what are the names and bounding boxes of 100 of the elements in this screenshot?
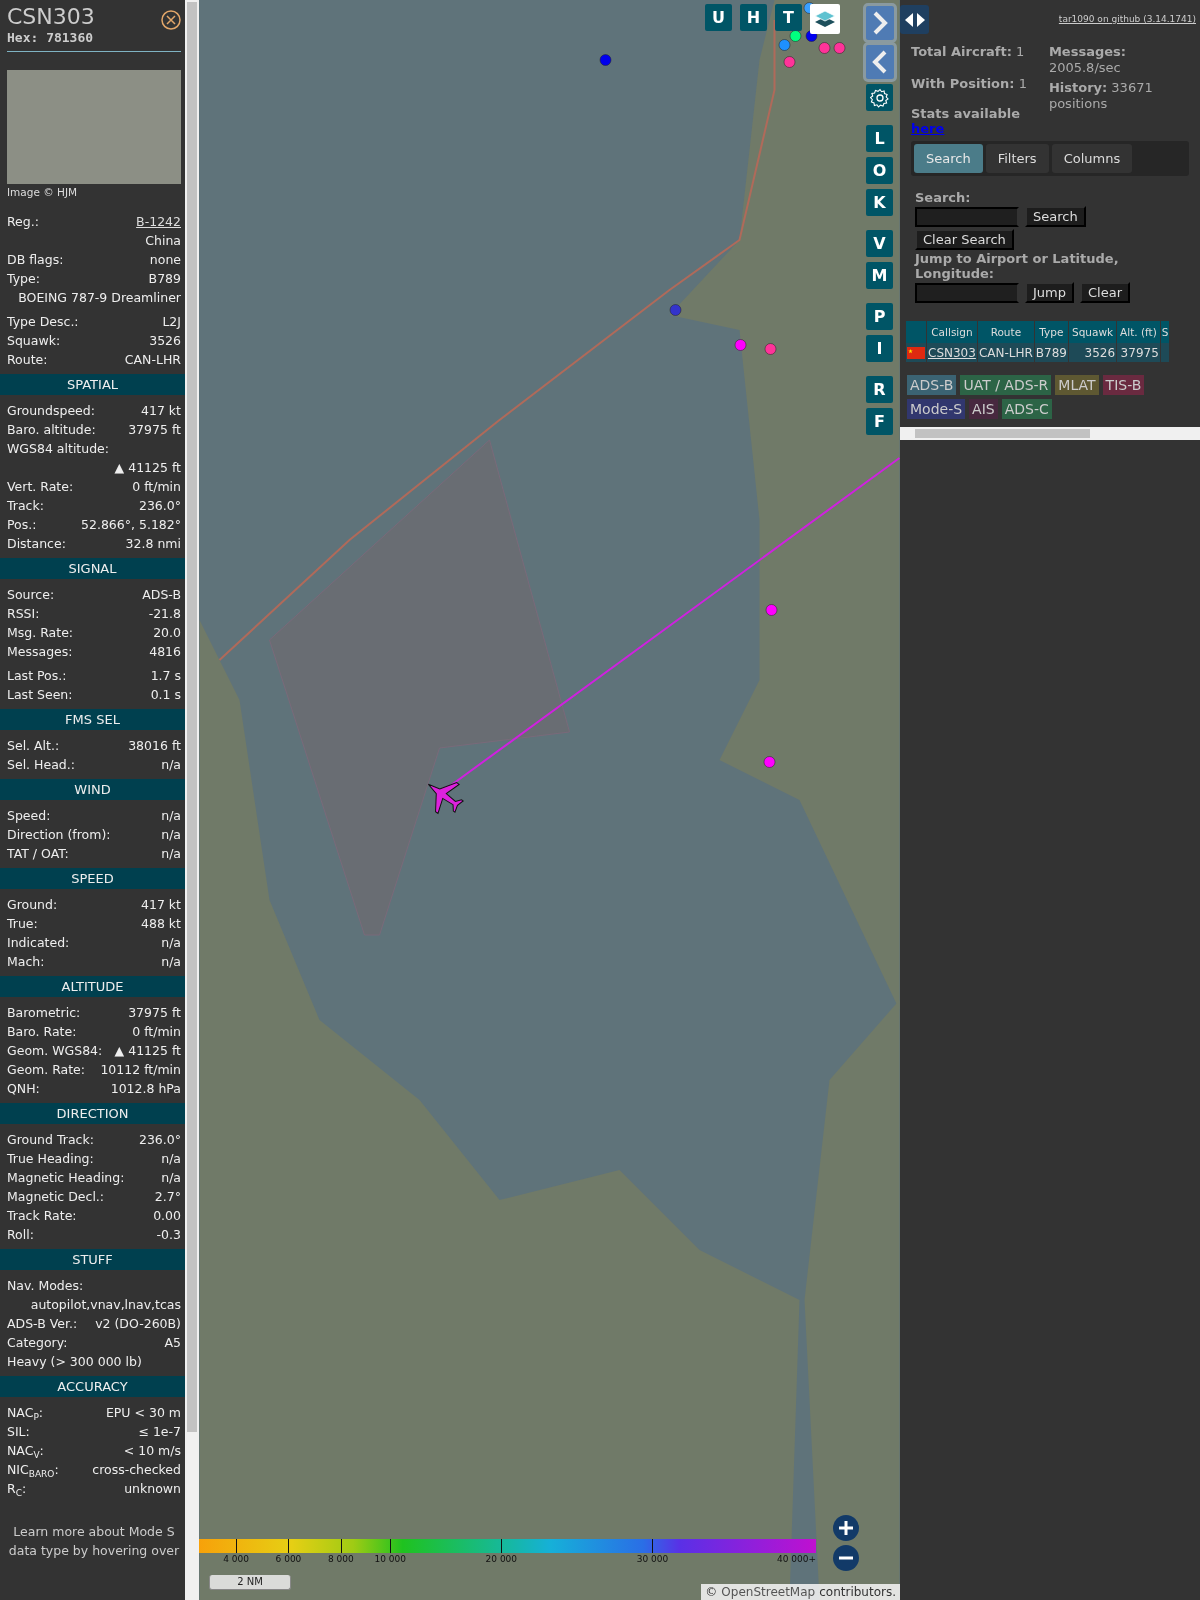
callsign-title: CSN303 xyxy=(7,4,95,30)
map-toggle-button[interactable]: V xyxy=(866,230,893,257)
map-toggle-button[interactable]: T xyxy=(775,4,802,31)
legend-label: 6 000 xyxy=(275,1554,302,1564)
map-toggle-button[interactable]: I xyxy=(866,335,893,362)
field-label: Sel. Head.: xyxy=(7,756,75,774)
zoom-out-button[interactable] xyxy=(833,1545,859,1571)
field-label: Last Pos.: xyxy=(7,667,67,685)
column-header: Route xyxy=(977,321,1034,343)
field-label: Jump to Airport or Latitude, Longitude: xyxy=(915,251,1120,281)
field-value: 38016 ft xyxy=(128,737,181,755)
field-label: Magnetic Decl.: xyxy=(7,1188,105,1206)
map-toggle-button[interactable]: F xyxy=(866,408,893,435)
search-field[interactable] xyxy=(915,206,1019,227)
field-value: 488 kt xyxy=(141,915,181,933)
legend-label: 30 000 xyxy=(636,1554,669,1564)
settings-button[interactable] xyxy=(866,84,893,111)
field-label: NIC$_{BARO}$: xyxy=(7,1461,59,1479)
field-value: n/a xyxy=(161,1169,181,1187)
map-toggle-button[interactable]: O xyxy=(866,157,893,184)
previous-button[interactable] xyxy=(866,45,894,79)
field-label: NAC$_{V}$: xyxy=(7,1442,44,1460)
jump-button[interactable]: Jump xyxy=(1025,282,1074,303)
zoom-in-button[interactable] xyxy=(833,1515,859,1541)
map-toggle-button[interactable]: R xyxy=(866,376,893,403)
panel-toggle-button[interactable] xyxy=(900,5,929,34)
section-header: SPEED xyxy=(0,868,185,889)
field-label: Type: xyxy=(7,270,40,288)
field-value: 0.00 xyxy=(153,1207,181,1225)
field-label: Route: xyxy=(7,351,48,369)
registration-link[interactable]: B-1242 xyxy=(136,212,181,231)
field-label: True: xyxy=(7,915,38,933)
field-label: Pos.: xyxy=(7,516,37,534)
map-toggle-button[interactable]: K xyxy=(866,189,893,216)
field-label: R$_{C}$: xyxy=(7,1480,27,1498)
field-value: autopilot,vnav,lnav,tcas xyxy=(30,1296,181,1314)
stat-text: Stats available xyxy=(911,106,1022,121)
legend-label: 40 000+ xyxy=(776,1554,816,1564)
search-button[interactable]: Search xyxy=(1025,206,1086,227)
field-label: Ground Track: xyxy=(7,1131,94,1149)
field-label: Direction (from): xyxy=(7,826,111,844)
section-header: ALTITUDE xyxy=(0,976,185,997)
field-value: A5 xyxy=(164,1334,181,1352)
map-toggle-button[interactable]: H xyxy=(740,4,767,31)
section-header: DIRECTION xyxy=(0,1103,185,1124)
field-value: n/a xyxy=(161,807,181,825)
attribution-link[interactable]: OpenStreetMap xyxy=(721,1585,816,1599)
tab[interactable]: Filters xyxy=(985,144,1049,173)
chevron-icon xyxy=(871,10,889,36)
table-cell: 3526 xyxy=(1084,345,1116,360)
attribution-text: © xyxy=(705,1585,718,1599)
field-label: Source: xyxy=(7,586,55,604)
field-label: Magnetic Heading: xyxy=(7,1169,125,1187)
attribution-text: contributors. xyxy=(819,1585,896,1599)
field-value: unknown xyxy=(124,1480,181,1498)
field-value: CAN-LHR xyxy=(124,351,181,369)
map-toggle-button[interactable]: U xyxy=(705,4,732,31)
field-value: 32.8 nmi xyxy=(125,535,181,553)
layers-button[interactable] xyxy=(810,4,840,34)
column-header: Callsign xyxy=(927,321,977,343)
field-label: Search: xyxy=(915,190,971,205)
field-label: Distance: xyxy=(7,535,66,553)
column-header: Alt. (ft) xyxy=(1117,321,1160,343)
location-field[interactable] xyxy=(915,282,1019,303)
photo-credit: Image © HJM xyxy=(7,186,79,198)
field-value: 1012.8 hPa xyxy=(110,1080,181,1098)
field-label: WGS84 altitude: xyxy=(7,440,110,458)
chevron-icon xyxy=(871,49,889,75)
map-toggle-button[interactable]: M xyxy=(866,262,893,289)
aircraft-icon[interactable] xyxy=(427,782,464,814)
field-value: < 10 m/s xyxy=(123,1442,181,1460)
version-link[interactable]: tar1090 on github (3.14.1741) xyxy=(1058,14,1196,24)
tab[interactable]: Columns xyxy=(1051,144,1133,173)
close-button[interactable] xyxy=(161,10,181,30)
field-value: BOEING 787-9 Dreamliner xyxy=(18,289,181,307)
legend-label: 4 000 xyxy=(223,1554,249,1564)
field-value: 0 ft/min xyxy=(132,1023,181,1041)
scrollbar[interactable] xyxy=(185,0,199,1600)
field-label: Type Desc.: xyxy=(7,313,79,331)
clear-search-button[interactable]: Clear Search xyxy=(915,229,1014,250)
section-header: FMS SEL xyxy=(0,709,185,730)
field-label: Baro. altitude: xyxy=(7,421,96,439)
clear-button[interactable]: Clear xyxy=(1080,282,1130,303)
tab[interactable]: Search xyxy=(914,144,983,173)
field-label: NAC$_{P}$: xyxy=(7,1404,44,1422)
field-value: B789 xyxy=(148,270,181,288)
table-cell: CAN-LHR xyxy=(978,345,1033,360)
field-label: Category: xyxy=(7,1334,68,1352)
field-value: 4816 xyxy=(149,643,181,661)
field-value: none xyxy=(149,251,181,269)
field-label: Baro. Rate: xyxy=(7,1023,77,1041)
next-button[interactable] xyxy=(866,6,894,40)
field-value: 37975 ft xyxy=(128,421,181,439)
map-toggle-button[interactable]: L xyxy=(866,125,893,152)
scrollbar[interactable] xyxy=(900,427,1200,440)
source-tag: UAT / ADS-R xyxy=(960,375,1052,395)
callsign-link[interactable]: CSN303 xyxy=(928,345,976,360)
field-label: Vert. Rate: xyxy=(7,478,74,496)
map-toggle-button[interactable]: P xyxy=(866,303,893,330)
stat-text: Total Aircraft: 1 xyxy=(911,44,1026,60)
